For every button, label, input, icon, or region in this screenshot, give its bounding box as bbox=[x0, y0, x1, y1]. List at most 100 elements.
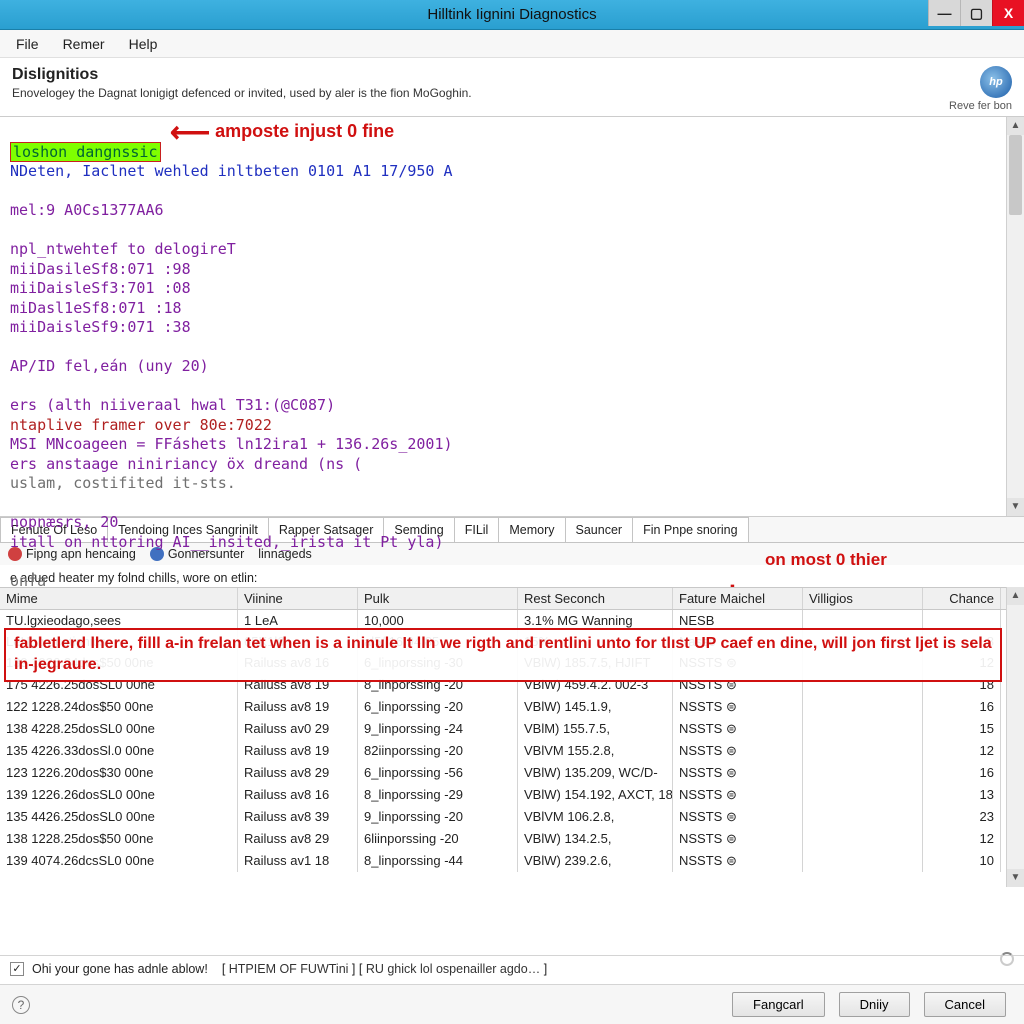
cell: 82iinporssing -20 bbox=[358, 740, 518, 762]
cell: VBlVM 155.2.8, bbox=[518, 740, 673, 762]
cell: 138 1228.25dos$50 00ne bbox=[0, 828, 238, 850]
cell: NSSTS ⊜ bbox=[673, 806, 803, 828]
console-highlight: loshon dangnssic bbox=[10, 142, 161, 162]
cell: NSSTS ⊜ bbox=[673, 784, 803, 806]
cell: 16 bbox=[923, 762, 1001, 784]
cell: 122 1228.24dos$50 00ne bbox=[0, 696, 238, 718]
cell: 8_linporssing -29 bbox=[358, 784, 518, 806]
brand-badge: hp Reve fer bon bbox=[949, 66, 1012, 112]
col-fature[interactable]: Fature Maichel bbox=[673, 588, 803, 609]
cell: VBlW) 154.192, AXCT, 18B bbox=[518, 784, 673, 806]
diagnostics-console-wrap: ⟵ amposte injust 0 fine loshon dangnssic… bbox=[0, 117, 1024, 517]
cell: Railuss av8 19 bbox=[238, 740, 358, 762]
cell: NSSTS ⊜ bbox=[673, 762, 803, 784]
col-mime[interactable]: Mime bbox=[0, 588, 238, 609]
cell: 6_linporssing -20 bbox=[358, 696, 518, 718]
cell: NSSTS ⊜ bbox=[673, 696, 803, 718]
cell bbox=[803, 762, 923, 784]
cell: 6_linporssing -56 bbox=[358, 762, 518, 784]
menu-help[interactable]: Help bbox=[117, 32, 170, 56]
table-row[interactable]: 138 1228.25dos$50 00neRailuss av8 296lii… bbox=[0, 828, 1024, 850]
annotation-redbox: fabletlerd lhere, filll a-in frelan tet … bbox=[4, 628, 1002, 682]
cancel-button[interactable]: Cancel bbox=[924, 992, 1006, 1017]
cell: VBlW) 135.209, WC/D- bbox=[518, 762, 673, 784]
col-rest[interactable]: Rest Seconch bbox=[518, 588, 673, 609]
annotation-right: on most 0 thier bbox=[765, 550, 887, 570]
cell: Railuss av0 29 bbox=[238, 718, 358, 740]
arrow-left-icon: ⟵ bbox=[170, 116, 210, 147]
cell: 135 4226.33dosSl.0 00ne bbox=[0, 740, 238, 762]
cell: VBlW) 239.2.6, bbox=[518, 850, 673, 872]
hp-logo-icon: hp bbox=[980, 66, 1012, 98]
page-subtitle: Enovelogey the Dagnat lonigigt defenced … bbox=[12, 86, 472, 100]
table-row[interactable]: 135 4426.25dosSL0 00neRailuss av8 399_li… bbox=[0, 806, 1024, 828]
link-ru[interactable]: RU ghick lol ospenailler agdo… bbox=[366, 962, 540, 976]
cell: 123 1226.20dos$30 00ne bbox=[0, 762, 238, 784]
cell: NSSTS ⊜ bbox=[673, 740, 803, 762]
cell: Railuss av8 29 bbox=[238, 762, 358, 784]
cell: VBlM) 155.7.5, bbox=[518, 718, 673, 740]
close-button[interactable]: X bbox=[992, 0, 1024, 26]
checkbox-label: Ohi your gone has adnle ablow! bbox=[32, 962, 208, 976]
grid-scroll-up-icon[interactable]: ▲ bbox=[1007, 587, 1024, 605]
cell bbox=[803, 784, 923, 806]
cell: Railuss av8 39 bbox=[238, 806, 358, 828]
window-title: Hilltink Iignini Diagnostics bbox=[427, 6, 596, 23]
cell: NSSTS ⊜ bbox=[673, 850, 803, 872]
checkbox[interactable]: ✓ bbox=[10, 962, 24, 976]
brand-subtext: Reve fer bon bbox=[949, 100, 1012, 112]
options-bar: ✓ Ohi your gone has adnle ablow! [ HTPIE… bbox=[0, 955, 1024, 982]
grid-scrollbar[interactable]: ▲ ▼ bbox=[1006, 587, 1024, 887]
cell bbox=[803, 740, 923, 762]
table-row[interactable]: 139 4074.26dcsSL0 00neRailuss av1 188_li… bbox=[0, 850, 1024, 872]
col-chance[interactable]: Chance bbox=[923, 588, 1001, 609]
cell bbox=[803, 828, 923, 850]
grid-scroll-down-icon[interactable]: ▼ bbox=[1007, 869, 1024, 887]
cell: 138 4228.25dosSL0 00ne bbox=[0, 718, 238, 740]
busy-spinner-icon bbox=[1000, 952, 1016, 968]
fangcarl-button[interactable]: Fangcarl bbox=[732, 992, 825, 1017]
window-titlebar: Hilltink Iignini Diagnostics — ▢ X bbox=[0, 0, 1024, 30]
annotation-top: ⟵ amposte injust 0 fine bbox=[170, 121, 394, 142]
table-row[interactable]: 138 4228.25dosSL0 00neRailuss av0 299_li… bbox=[0, 718, 1024, 740]
link-htpiem[interactable]: HTPIEM OF FUWTini bbox=[229, 962, 349, 976]
minimize-button[interactable]: — bbox=[928, 0, 960, 26]
grid-header: Mime Viinine Pulk Rest Seconch Fature Ma… bbox=[0, 587, 1024, 610]
col-villigios[interactable]: Villigios bbox=[803, 588, 923, 609]
cell: 135 4426.25dosSL0 00ne bbox=[0, 806, 238, 828]
cell bbox=[803, 696, 923, 718]
col-pulk[interactable]: Pulk bbox=[358, 588, 518, 609]
table-row[interactable]: 135 4226.33dosSl.0 00neRailuss av8 1982i… bbox=[0, 740, 1024, 762]
table-row[interactable]: 123 1226.20dos$30 00neRailuss av8 296_li… bbox=[0, 762, 1024, 784]
cell: Railuss av8 16 bbox=[238, 784, 358, 806]
scroll-thumb[interactable] bbox=[1009, 135, 1022, 215]
maximize-button[interactable]: ▢ bbox=[960, 0, 992, 26]
menu-remer[interactable]: Remer bbox=[51, 32, 117, 56]
cell: 10 bbox=[923, 850, 1001, 872]
cell: VBlW) 145.1.9, bbox=[518, 696, 673, 718]
cell: 139 4074.26dcsSL0 00ne bbox=[0, 850, 238, 872]
cell: Railuss av1 18 bbox=[238, 850, 358, 872]
col-viinine[interactable]: Viinine bbox=[238, 588, 358, 609]
scroll-down-icon[interactable]: ▼ bbox=[1007, 498, 1024, 516]
grid-body: fabletlerd lhere, filll a-in frelan tet … bbox=[0, 610, 1024, 872]
results-grid-wrap: Mime Viinine Pulk Rest Seconch Fature Ma… bbox=[0, 587, 1024, 887]
menu-bar: File Remer Help bbox=[0, 30, 1024, 58]
table-row[interactable]: 122 1228.24dos$50 00neRailuss av8 196_li… bbox=[0, 696, 1024, 718]
cell: 16 bbox=[923, 696, 1001, 718]
table-row[interactable]: 139 1226.26dosSL0 00neRailuss av8 168_li… bbox=[0, 784, 1024, 806]
menu-file[interactable]: File bbox=[4, 32, 51, 56]
page-title: Dislignitios bbox=[12, 66, 472, 84]
diagnostics-console[interactable]: loshon dangnssic NDeten, Iaclnet wehled … bbox=[0, 117, 1024, 597]
cell bbox=[803, 850, 923, 872]
cell: 13 bbox=[923, 784, 1001, 806]
help-icon[interactable]: ? bbox=[12, 996, 30, 1014]
cell: 6liinporssing -20 bbox=[358, 828, 518, 850]
cell bbox=[803, 806, 923, 828]
cell: 12 bbox=[923, 828, 1001, 850]
cell: VBlW) 134.2.5, bbox=[518, 828, 673, 850]
console-scrollbar[interactable]: ▲ ▼ bbox=[1006, 117, 1024, 516]
dniiy-button[interactable]: Dniiy bbox=[839, 992, 910, 1017]
scroll-up-icon[interactable]: ▲ bbox=[1007, 117, 1024, 135]
page-header: Dislignitios Enovelogey the Dagnat lonig… bbox=[0, 58, 1024, 117]
